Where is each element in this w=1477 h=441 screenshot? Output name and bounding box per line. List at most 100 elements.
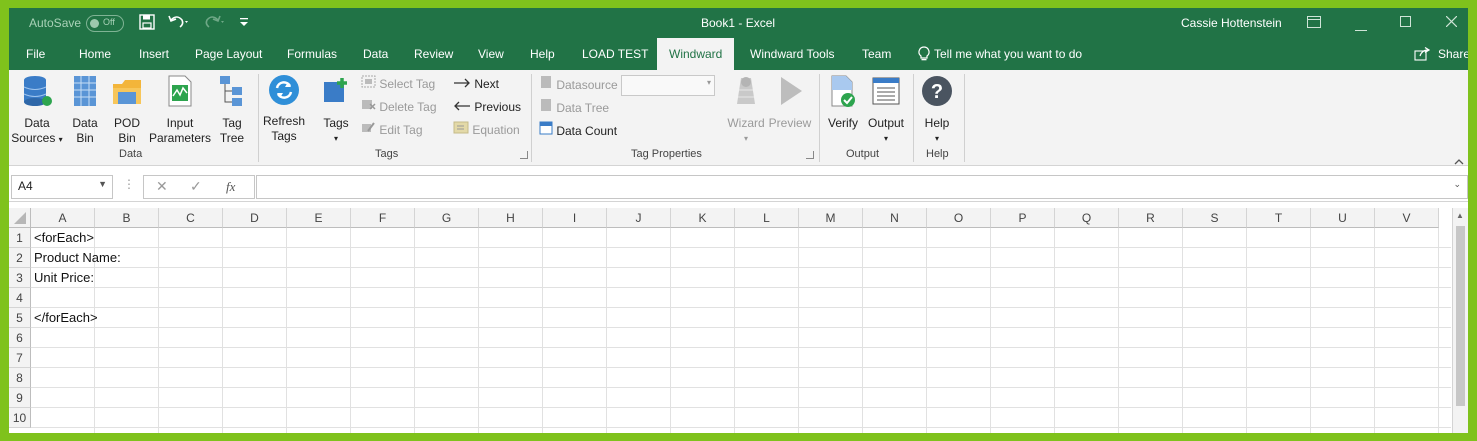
- row-header-7[interactable]: 7: [9, 348, 31, 368]
- enter-icon[interactable]: ✓: [190, 178, 202, 195]
- column-header-v[interactable]: V: [1375, 208, 1439, 228]
- data-bin-button[interactable]: Data Bin: [65, 74, 105, 146]
- formula-input[interactable]: ⌄: [256, 175, 1468, 199]
- column-header-b[interactable]: B: [95, 208, 159, 228]
- help-button[interactable]: ? Help ▾: [917, 74, 957, 146]
- data-tree-button[interactable]: Data Tree: [539, 98, 609, 116]
- select-tag-button[interactable]: Select Tag: [361, 75, 435, 93]
- tab-home[interactable]: Home: [79, 38, 111, 70]
- cell-a5[interactable]: </forEach>: [31, 308, 98, 328]
- tab-page-layout[interactable]: Page Layout: [195, 38, 262, 70]
- row-header-4[interactable]: 4: [9, 288, 31, 308]
- cell-a2[interactable]: Product Name:: [31, 248, 121, 268]
- ribbon-display-options-icon[interactable]: [1307, 16, 1321, 31]
- column-header-p[interactable]: P: [991, 208, 1055, 228]
- column-header-t[interactable]: T: [1247, 208, 1311, 228]
- column-header-o[interactable]: O: [927, 208, 991, 228]
- row-header-5[interactable]: 5: [9, 308, 31, 328]
- tags-dialog-launcher-icon[interactable]: [520, 151, 528, 159]
- cell-a1[interactable]: <forEach>: [31, 228, 94, 248]
- column-header-h[interactable]: H: [479, 208, 543, 228]
- column-header-g[interactable]: G: [415, 208, 479, 228]
- row-header-3[interactable]: 3: [9, 268, 31, 288]
- tag-properties-dialog-launcher-icon[interactable]: [806, 151, 814, 159]
- row-header-6[interactable]: 6: [9, 328, 31, 348]
- tag-tree-button[interactable]: Tag Tree: [215, 74, 249, 146]
- share-button[interactable]: Share: [1438, 38, 1468, 70]
- tab-windward[interactable]: Windward: [657, 38, 735, 70]
- delete-tag-button[interactable]: Delete Tag: [361, 98, 437, 116]
- tab-review[interactable]: Review: [414, 38, 453, 70]
- redo-icon[interactable]: [202, 13, 224, 34]
- next-tag-button[interactable]: Next: [453, 75, 499, 93]
- user-name[interactable]: Cassie Hottenstein: [1181, 16, 1282, 30]
- data-count-button[interactable]: Data Count: [539, 121, 617, 139]
- preview-button[interactable]: Preview: [766, 74, 814, 131]
- tab-data[interactable]: Data: [363, 38, 388, 70]
- column-header-m[interactable]: M: [799, 208, 863, 228]
- tab-file[interactable]: File: [26, 38, 45, 70]
- scrollbar-thumb[interactable]: [1456, 226, 1465, 406]
- row-header-8[interactable]: 8: [9, 368, 31, 388]
- group-separator: [913, 74, 914, 162]
- data-sources-button[interactable]: Data Sources ▾: [11, 74, 63, 147]
- select-all-corner[interactable]: [9, 208, 31, 228]
- minimize-icon[interactable]: [1355, 21, 1367, 35]
- wizard-button[interactable]: Wizard ▾: [724, 74, 768, 146]
- tell-me-search[interactable]: Tell me what you want to do: [934, 38, 1082, 70]
- refresh-tags-button[interactable]: Refresh Tags: [262, 74, 306, 144]
- tab-team[interactable]: Team: [862, 38, 891, 70]
- row-header-9[interactable]: 9: [9, 388, 31, 408]
- row-header-2[interactable]: 2: [9, 248, 31, 268]
- cell-a3[interactable]: Unit Price:: [31, 268, 94, 288]
- column-header-u[interactable]: U: [1311, 208, 1375, 228]
- expand-formula-bar-icon[interactable]: ⌄: [1453, 179, 1461, 190]
- collapse-ribbon-icon[interactable]: [1454, 154, 1464, 168]
- tab-insert[interactable]: Insert: [139, 38, 169, 70]
- column-header-c[interactable]: C: [159, 208, 223, 228]
- column-header-d[interactable]: D: [223, 208, 287, 228]
- cancel-icon[interactable]: ✕: [156, 178, 168, 195]
- column-header-l[interactable]: L: [735, 208, 799, 228]
- scroll-up-icon[interactable]: ▲: [1456, 211, 1464, 220]
- tags-button[interactable]: Tags ▾: [317, 74, 355, 146]
- customize-qat-icon[interactable]: [239, 16, 249, 31]
- previous-tag-button[interactable]: Previous: [453, 98, 521, 116]
- row-header-10[interactable]: 10: [9, 408, 31, 428]
- share-icon[interactable]: [1414, 46, 1431, 64]
- close-icon[interactable]: [1445, 15, 1458, 30]
- equation-button[interactable]: Equation: [453, 121, 520, 139]
- column-header-a[interactable]: A: [31, 208, 95, 228]
- column-header-r[interactable]: R: [1119, 208, 1183, 228]
- tab-help[interactable]: Help: [530, 38, 555, 70]
- vertical-scrollbar[interactable]: ▲: [1452, 208, 1468, 433]
- chevron-down-icon[interactable]: ▼: [98, 179, 107, 189]
- datasource-select[interactable]: ▾: [621, 75, 715, 96]
- tab-formulas[interactable]: Formulas: [287, 38, 337, 70]
- dropdown-arrow-icon: ▾: [58, 135, 63, 144]
- edit-tag-button[interactable]: Edit Tag: [361, 121, 423, 139]
- maximize-icon[interactable]: [1400, 16, 1411, 30]
- undo-icon[interactable]: [167, 13, 189, 34]
- tab-windward-tools[interactable]: Windward Tools: [750, 38, 834, 70]
- autosave-toggle[interactable]: Off: [86, 15, 124, 32]
- row-header-1[interactable]: 1: [9, 228, 31, 248]
- insert-function-button[interactable]: fx: [226, 179, 235, 195]
- column-header-j[interactable]: J: [607, 208, 671, 228]
- column-header-i[interactable]: I: [543, 208, 607, 228]
- worksheet-grid[interactable]: ABCDEFGHIJKLMNOPQRSTUV 1 2 3 4 5 6 7 8 9 10 <forE…: [9, 208, 1468, 433]
- tab-load-test[interactable]: LOAD TEST: [582, 38, 648, 70]
- column-header-n[interactable]: N: [863, 208, 927, 228]
- column-header-e[interactable]: E: [287, 208, 351, 228]
- output-button[interactable]: Output ▾: [864, 74, 908, 146]
- column-header-k[interactable]: K: [671, 208, 735, 228]
- input-parameters-button[interactable]: Input Parameters: [147, 74, 213, 146]
- name-box[interactable]: A4 ▼: [11, 175, 113, 199]
- verify-button[interactable]: Verify: [823, 74, 863, 131]
- column-header-f[interactable]: F: [351, 208, 415, 228]
- save-icon[interactable]: [139, 14, 155, 33]
- column-header-s[interactable]: S: [1183, 208, 1247, 228]
- tab-view[interactable]: View: [478, 38, 504, 70]
- pod-bin-button[interactable]: POD Bin: [107, 74, 147, 146]
- column-header-q[interactable]: Q: [1055, 208, 1119, 228]
